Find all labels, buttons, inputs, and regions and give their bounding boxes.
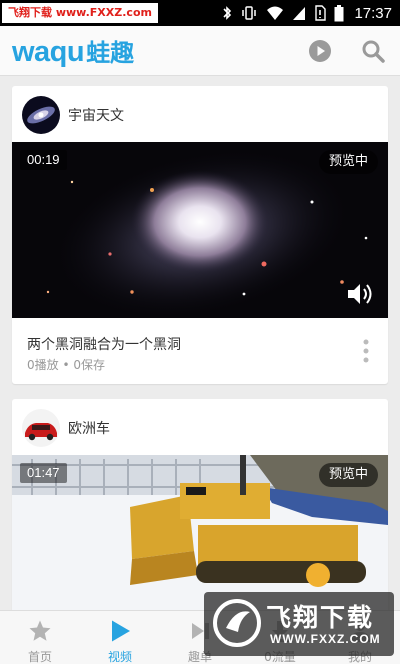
video-card[interactable]: 宇宙天文 00:19 预览中 两个黑洞融合为一个黑洞 0播放 • 0保存 — [12, 86, 388, 384]
preview-badge: 预览中 — [318, 463, 378, 487]
nav-home[interactable]: 首页 — [0, 611, 80, 664]
watermark-emblem — [213, 599, 261, 647]
logo-cjk: 蛙趣 — [86, 39, 135, 67]
app-logo[interactable]: waqu 蛙趣 — [12, 33, 134, 69]
battery-icon — [334, 4, 344, 21]
app-header: waqu 蛙趣 — [0, 26, 400, 76]
play-icon — [112, 620, 130, 642]
volume-icon[interactable] — [346, 282, 376, 306]
no-sim-icon — [315, 5, 327, 21]
play-circle-icon[interactable] — [308, 39, 332, 63]
channel-name[interactable]: 宇宙天文 — [68, 105, 124, 125]
clock: 17:37 — [354, 4, 392, 22]
channel-header[interactable]: 欧洲车 — [12, 399, 388, 454]
channel-avatar[interactable] — [22, 96, 60, 134]
channel-name[interactable]: 欧洲车 — [68, 418, 110, 438]
wifi-icon — [267, 6, 284, 20]
watermark-logo: 飞翔下载 WWW.FXXZ.COM — [204, 592, 394, 656]
preview-badge: 预览中 — [318, 150, 378, 174]
nav-label: 视频 — [107, 650, 132, 664]
search-icon[interactable] — [361, 39, 385, 63]
logo-latin: waqu — [12, 36, 85, 68]
signal-icon — [293, 7, 306, 20]
nav-label: 首页 — [27, 650, 52, 664]
video-meta: 0播放 • 0保存 — [27, 358, 105, 372]
watermark-url: WWW.FXXZ.COM — [270, 632, 381, 646]
video-duration: 01:47 — [20, 463, 67, 483]
status-bar: 飞翔下载 www.FXXZ.com 17:37 — [0, 0, 400, 26]
watermark-text: 飞翔下载 www.FXXZ.com — [2, 3, 158, 23]
status-icons: 17:37 — [222, 0, 392, 26]
bluetooth-icon — [223, 6, 232, 20]
video-duration: 00:19 — [20, 150, 67, 170]
video-thumbnail[interactable]: 00:19 预览中 — [12, 142, 388, 318]
nav-video[interactable]: 视频 — [80, 611, 160, 664]
more-options-icon[interactable] — [362, 338, 370, 364]
channel-header[interactable]: 宇宙天文 — [12, 86, 388, 141]
vibrate-icon — [242, 6, 257, 20]
channel-avatar[interactable] — [22, 409, 60, 447]
star-icon — [29, 620, 51, 641]
watermark-main-text: 飞翔下载 — [266, 603, 375, 632]
video-title[interactable]: 两个黑洞融合为一个黑洞 — [27, 334, 181, 354]
